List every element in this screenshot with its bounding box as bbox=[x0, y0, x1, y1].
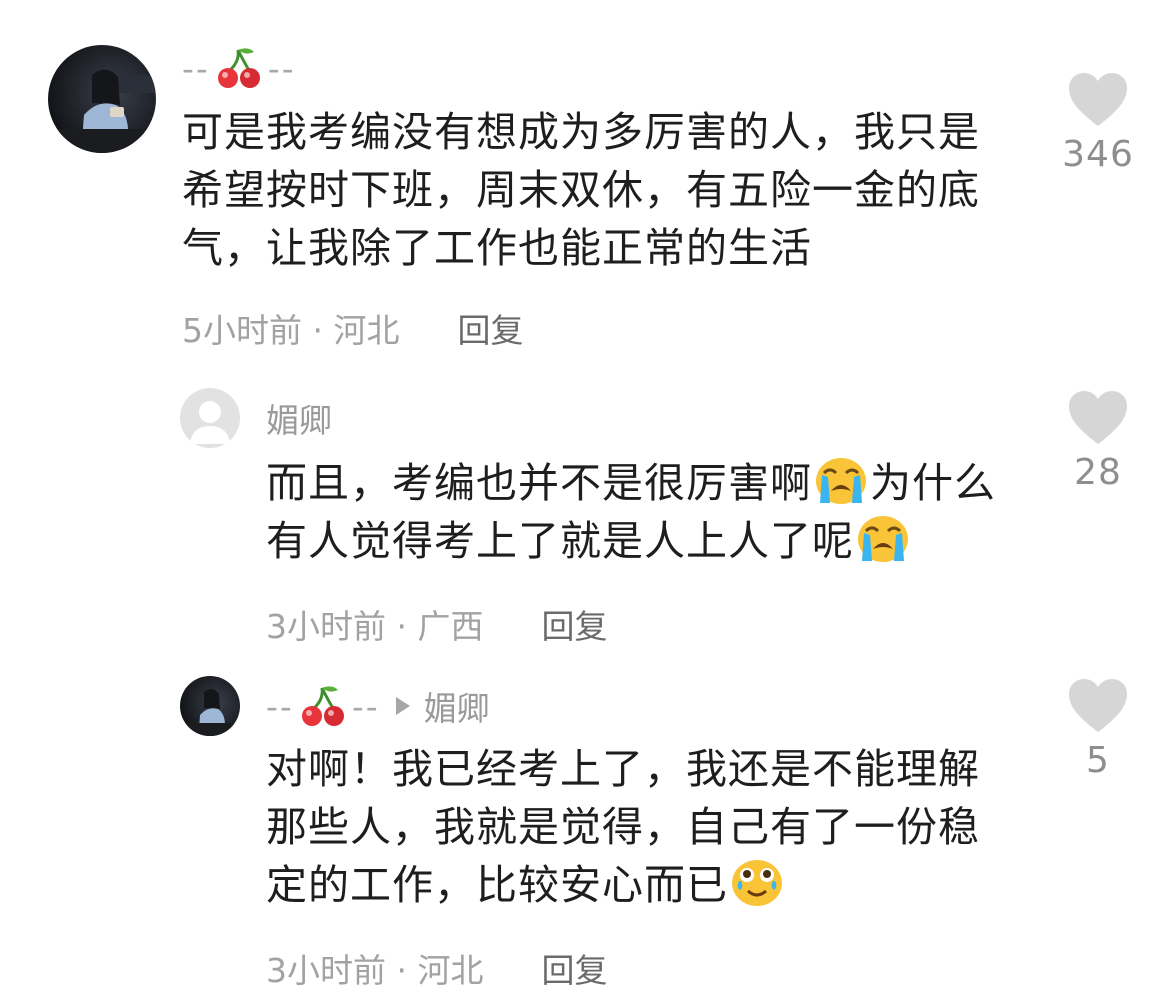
comment-text: 可是我考编没有想成为多厉害的人，我只是希望按时下班，周末双休，有五险一金的底气，… bbox=[182, 108, 980, 272]
like-button[interactable]: 346 bbox=[1053, 72, 1143, 175]
loudly-crying-face-icon bbox=[856, 513, 910, 563]
comment-text-body: 对啊！我已经考上了，我还是不能理解那些人，我就是觉得，自己有了一份稳定的工作，比… bbox=[266, 745, 980, 909]
heart-icon bbox=[1067, 72, 1129, 132]
username-dashes-left: -- bbox=[266, 686, 294, 726]
cherry-icon bbox=[300, 684, 346, 728]
reply-button[interactable]: 回复 bbox=[541, 600, 607, 648]
comment-2: 媚卿 而且，考编也并不是很厉害啊 为什么有人觉得考上了就是人上人了呢 3小时前 … bbox=[0, 370, 1169, 660]
cherry-icon bbox=[216, 46, 262, 90]
time-location: 3小时前 · 广西 bbox=[266, 607, 484, 646]
comment-text-part-1: 而且，考编也并不是很厉害啊 bbox=[266, 459, 812, 507]
like-count: 5 bbox=[1086, 740, 1110, 781]
username-row[interactable]: 媚卿 bbox=[266, 396, 332, 440]
username: 媚卿 bbox=[266, 401, 332, 440]
like-button[interactable]: 28 bbox=[1053, 390, 1143, 493]
comment-text: 对啊！我已经考上了，我还是不能理解那些人，我就是觉得，自己有了一份稳定的工作，比… bbox=[266, 740, 1006, 914]
like-count: 346 bbox=[1062, 134, 1134, 175]
avatar[interactable] bbox=[180, 676, 240, 736]
reply-to-username[interactable]: 媚卿 bbox=[424, 682, 490, 730]
like-button[interactable]: 5 bbox=[1053, 678, 1143, 781]
loudly-crying-face-icon bbox=[814, 455, 868, 505]
comment-meta: 5小时前 · 河北 回复 bbox=[182, 304, 523, 352]
username-row[interactable]: -- -- bbox=[182, 46, 296, 90]
reply-button[interactable]: 回复 bbox=[541, 944, 607, 992]
like-count: 28 bbox=[1074, 452, 1122, 493]
username-dashes-left: -- bbox=[182, 48, 210, 88]
username-dashes-right: -- bbox=[267, 48, 296, 88]
username-row[interactable]: -- -- 媚卿 bbox=[266, 684, 490, 728]
comment-meta: 3小时前 · 河北 回复 bbox=[266, 944, 607, 992]
username-dashes-right: -- bbox=[351, 686, 380, 726]
reply-button[interactable]: 回复 bbox=[457, 304, 523, 352]
avatar[interactable] bbox=[180, 388, 240, 448]
heart-icon bbox=[1067, 390, 1129, 450]
time-location: 5小时前 · 河北 bbox=[182, 311, 400, 350]
heart-icon bbox=[1067, 678, 1129, 738]
comment-1: -- -- 可是我考编没有想成为多厉害的人，我只是希望按时下班，周末双休，有五险… bbox=[0, 0, 1169, 370]
avatar[interactable] bbox=[48, 45, 156, 153]
reply-arrow-icon bbox=[395, 697, 410, 715]
face-holding-back-tears-icon bbox=[730, 857, 784, 907]
comment-3: -- -- 媚卿 对啊！我已经考上了，我还是不能理解那些人，我就是觉得，自己有了… bbox=[0, 660, 1169, 1008]
comment-text: 而且，考编也并不是很厉害啊 为什么有人觉得考上了就是人上人了呢 bbox=[266, 454, 1026, 570]
comment-meta: 3小时前 · 广西 回复 bbox=[266, 600, 607, 648]
time-location: 3小时前 · 河北 bbox=[266, 951, 484, 990]
